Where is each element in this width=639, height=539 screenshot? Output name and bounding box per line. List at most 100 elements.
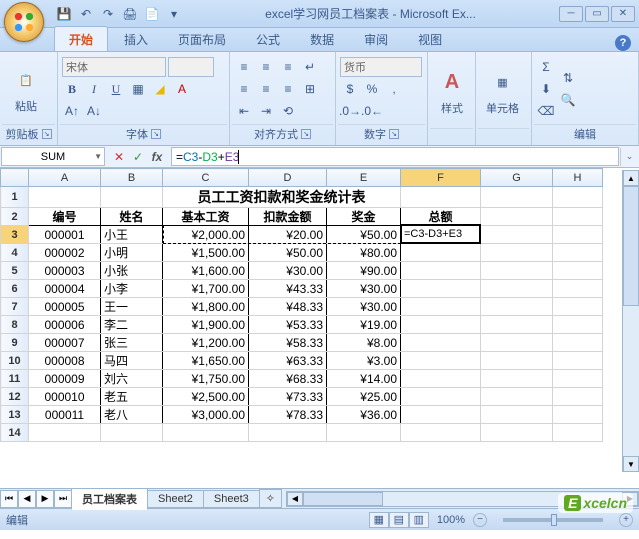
cell-D12[interactable]: ¥73.33 (249, 388, 327, 406)
redo-icon[interactable]: ↷ (100, 6, 116, 22)
formula-input[interactable]: =C3-D3+E3 (171, 147, 619, 166)
cell-D13[interactable]: ¥78.33 (249, 406, 327, 424)
cell-F9[interactable] (401, 334, 481, 352)
maximize-button[interactable]: ▭ (585, 6, 609, 22)
row-header-10[interactable]: 10 (1, 352, 29, 370)
cell-D11[interactable]: ¥68.33 (249, 370, 327, 388)
header-0[interactable]: 编号 (29, 208, 101, 226)
row-header-5[interactable]: 5 (1, 262, 29, 280)
bold-button[interactable]: B (62, 79, 82, 99)
align-top-button[interactable]: ≡ (234, 57, 254, 77)
cell-E13[interactable]: ¥36.00 (327, 406, 401, 424)
cell-G11[interactable] (481, 370, 553, 388)
cell-B8[interactable]: 李二 (101, 316, 163, 334)
paste-button[interactable]: 📋 粘贴 (4, 62, 48, 116)
cell-A12[interactable]: 000010 (29, 388, 101, 406)
cell-H12[interactable] (553, 388, 603, 406)
qat-more-icon[interactable]: ▾ (166, 6, 182, 22)
cell-G13[interactable] (481, 406, 553, 424)
cell-A5[interactable]: 000003 (29, 262, 101, 280)
vertical-scrollbar[interactable]: ▲ ▼ (622, 170, 639, 472)
row-header-12[interactable]: 12 (1, 388, 29, 406)
undo-icon[interactable]: ↶ (78, 6, 94, 22)
cell-B5[interactable]: 小张 (101, 262, 163, 280)
col-header-H[interactable]: H (553, 169, 603, 187)
cell-A11[interactable]: 000009 (29, 370, 101, 388)
cell-F7[interactable] (401, 298, 481, 316)
row-header-14[interactable]: 14 (1, 424, 29, 442)
cell-F5[interactable] (401, 262, 481, 280)
cell-G7[interactable] (481, 298, 553, 316)
grow-font-button[interactable]: A↑ (62, 101, 82, 121)
autosum-button[interactable]: Σ (536, 57, 556, 77)
comma-button[interactable]: , (384, 79, 404, 99)
zoom-level[interactable]: 100% (437, 514, 465, 526)
zoom-thumb[interactable] (551, 514, 557, 526)
cell-G8[interactable] (481, 316, 553, 334)
enter-formula-button[interactable]: ✓ (129, 148, 147, 166)
cell-E12[interactable]: ¥25.00 (327, 388, 401, 406)
name-box-dropdown-icon[interactable]: ▼ (94, 152, 102, 161)
col-header-B[interactable]: B (101, 169, 163, 187)
cell-C12[interactable]: ¥2,500.00 (163, 388, 249, 406)
header-2[interactable]: 基本工资 (163, 208, 249, 226)
row-header-6[interactable]: 6 (1, 280, 29, 298)
row-header-1[interactable]: 1 (1, 187, 29, 208)
cell-H4[interactable] (553, 244, 603, 262)
cell-A8[interactable]: 000006 (29, 316, 101, 334)
align-center-button[interactable]: ≡ (256, 79, 276, 99)
col-header-E[interactable]: E (327, 169, 401, 187)
tab-page-layout[interactable]: 页面布局 (164, 27, 240, 51)
cell-A13[interactable]: 000011 (29, 406, 101, 424)
zoom-in-button[interactable]: + (619, 513, 633, 527)
cell-E11[interactable]: ¥14.00 (327, 370, 401, 388)
row-header-2[interactable]: 2 (1, 208, 29, 226)
font-color-button[interactable]: A (172, 79, 192, 99)
cell-A3[interactable]: 000001 (29, 226, 101, 244)
decrease-indent-button[interactable]: ⇤ (234, 101, 254, 121)
cell-B12[interactable]: 老五 (101, 388, 163, 406)
header-4[interactable]: 奖金 (327, 208, 401, 226)
merge-button[interactable]: ⊞ (300, 79, 320, 99)
cell-G10[interactable] (481, 352, 553, 370)
office-button[interactable] (4, 2, 44, 42)
sheet-tab-2[interactable]: Sheet3 (203, 490, 260, 508)
cells-button[interactable]: ▦ 单元格 (480, 64, 525, 118)
cell-E9[interactable]: ¥8.00 (327, 334, 401, 352)
increase-decimal-button[interactable]: .0→ (340, 101, 360, 121)
tab-insert[interactable]: 插入 (110, 27, 162, 51)
col-header-A[interactable]: A (29, 169, 101, 187)
alignment-launcher[interactable]: ↘ (301, 129, 311, 139)
cell-A9[interactable]: 000007 (29, 334, 101, 352)
cell-G9[interactable] (481, 334, 553, 352)
cell-C5[interactable]: ¥1,600.00 (163, 262, 249, 280)
cell-C4[interactable]: ¥1,500.00 (163, 244, 249, 262)
minimize-button[interactable]: ─ (559, 6, 583, 22)
fx-icon[interactable]: fx (148, 148, 166, 166)
cell-H13[interactable] (553, 406, 603, 424)
cell-D4[interactable]: ¥50.00 (249, 244, 327, 262)
cell-A4[interactable]: 000002 (29, 244, 101, 262)
scroll-up-button[interactable]: ▲ (623, 170, 639, 186)
cell-B4[interactable]: 小明 (101, 244, 163, 262)
header-1[interactable]: 姓名 (101, 208, 163, 226)
cell-D9[interactable]: ¥58.33 (249, 334, 327, 352)
name-box[interactable]: SUM ▼ (1, 147, 105, 166)
tab-view[interactable]: 视图 (404, 27, 456, 51)
first-sheet-button[interactable]: ⏮ (0, 490, 18, 508)
italic-button[interactable]: I (84, 79, 104, 99)
cell-C10[interactable]: ¥1,650.00 (163, 352, 249, 370)
cell-E4[interactable]: ¥80.00 (327, 244, 401, 262)
cell-B3[interactable]: 小王 (101, 226, 163, 244)
cell-G14[interactable] (481, 424, 553, 442)
close-button[interactable]: ✕ (611, 6, 635, 22)
fill-button[interactable]: ⬇ (536, 79, 556, 99)
number-format-combo[interactable]: 货币 (340, 57, 422, 77)
cell-D8[interactable]: ¥53.33 (249, 316, 327, 334)
row-header-11[interactable]: 11 (1, 370, 29, 388)
cell-A10[interactable]: 000008 (29, 352, 101, 370)
print-preview-icon[interactable]: 🖨 (122, 6, 138, 22)
cell-F6[interactable] (401, 280, 481, 298)
cell-C6[interactable]: ¥1,700.00 (163, 280, 249, 298)
col-header-C[interactable]: C (163, 169, 249, 187)
